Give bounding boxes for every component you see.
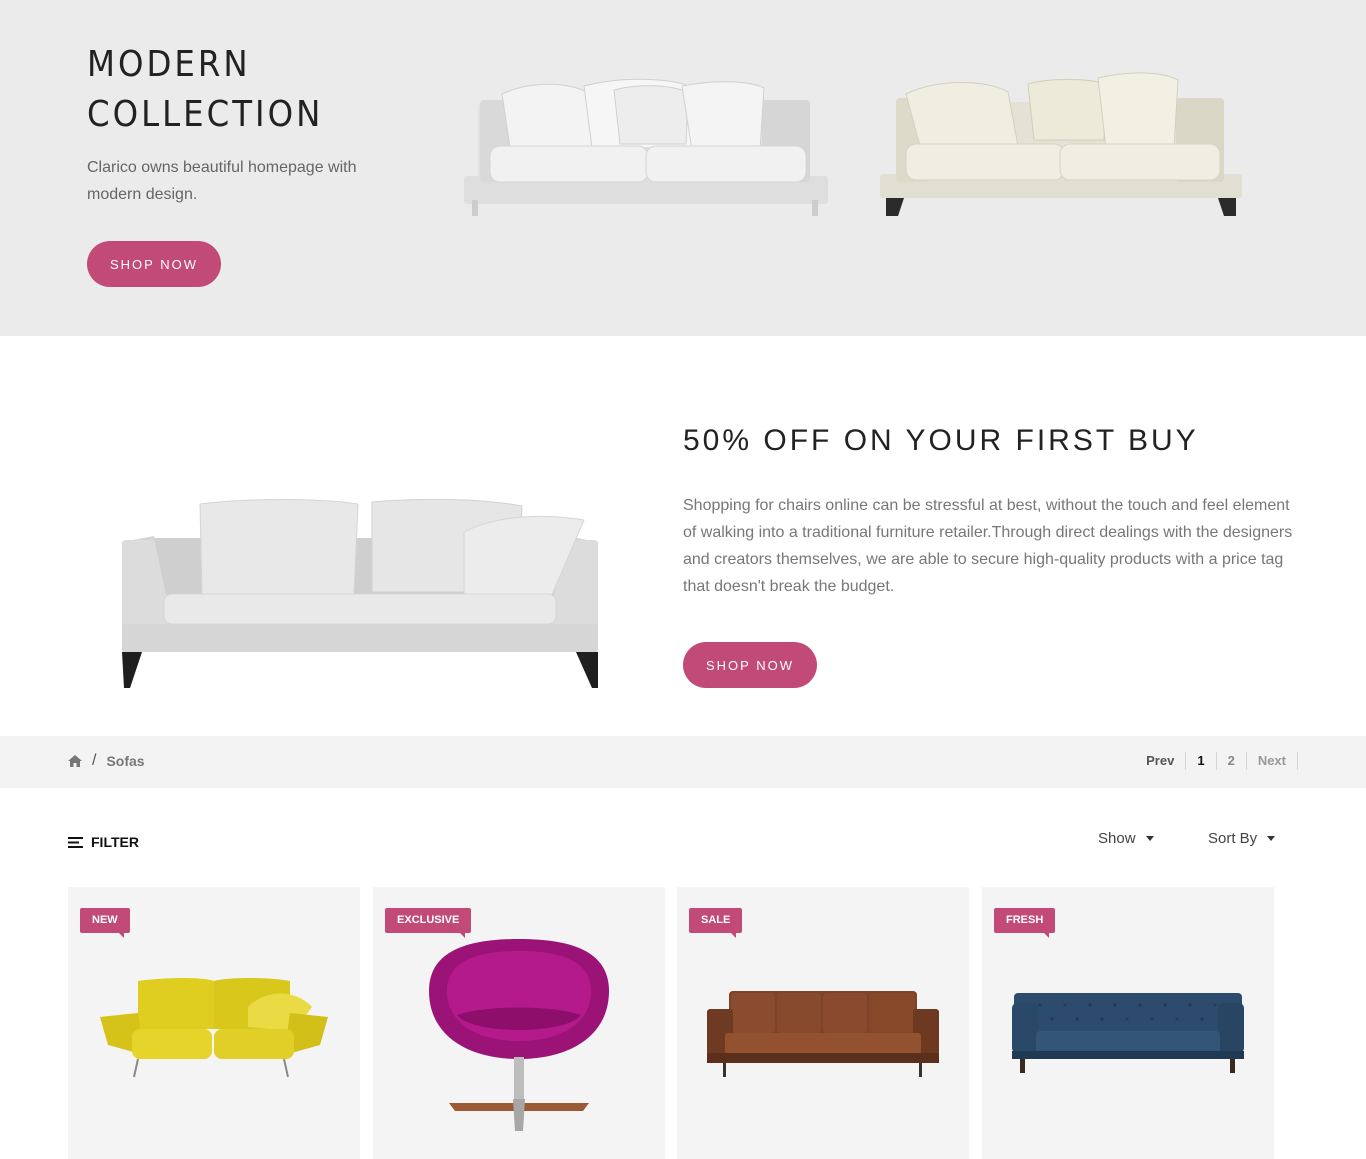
- breadcrumb-current: Sofas: [106, 753, 145, 769]
- hero-shop-now-button[interactable]: SHOP NOW: [87, 241, 221, 287]
- sort-by-dropdown-label: Sort By: [1208, 830, 1258, 847]
- home-icon[interactable]: [68, 755, 82, 767]
- pagination-page-1[interactable]: 1: [1186, 752, 1217, 770]
- hero-banner: MODERN COLLECTION Clarico owns beautiful…: [0, 0, 1366, 336]
- product-card[interactable]: EXCLUSIVE: [373, 887, 665, 1159]
- brown-leather-sofa-image: [707, 991, 939, 1077]
- blue-tufted-sofa-image: [1012, 993, 1244, 1073]
- breadcrumb-separator: /: [92, 752, 97, 769]
- hero-description: Clarico owns beautiful homepage with mod…: [87, 159, 357, 203]
- filter-lines-icon: [68, 836, 83, 848]
- product-badge: SALE: [689, 908, 743, 938]
- promo-description: Shopping for chairs online can be stress…: [683, 497, 1293, 595]
- sort-by-dropdown[interactable]: Sort By: [1208, 830, 1276, 847]
- promo-shop-now-button[interactable]: SHOP NOW: [683, 642, 817, 688]
- promo-title: 50% OFF ON YOUR FIRST BUY: [683, 424, 1199, 457]
- pagination: Prev 1 2 Next: [1135, 752, 1298, 770]
- promo-grey-sofa-image: [122, 498, 598, 688]
- pagination-next[interactable]: Next: [1247, 752, 1298, 770]
- product-badge: FRESH: [994, 908, 1056, 938]
- hero-white-sofa-image: [464, 78, 828, 216]
- filter-button[interactable]: FILTER: [68, 834, 139, 850]
- hero-title-line-1: MODERN: [87, 44, 251, 85]
- yellow-sofa-image: [100, 978, 328, 1078]
- magenta-egg-chair-image: [429, 939, 609, 1131]
- hero-title: MODERN COLLECTION: [87, 40, 447, 140]
- pagination-prev[interactable]: Prev: [1135, 752, 1187, 770]
- pagination-page-2[interactable]: 2: [1217, 752, 1247, 770]
- hero-title-line-2: COLLECTION: [87, 94, 324, 135]
- product-card[interactable]: SALE: [677, 887, 969, 1159]
- product-badge: EXCLUSIVE: [385, 908, 472, 938]
- show-dropdown-label: Show: [1098, 830, 1136, 847]
- hero-cream-sofa-image: [880, 72, 1242, 216]
- breadcrumb-bar: / Sofas Prev 1 2 Next: [0, 736, 1366, 788]
- breadcrumb: / Sofas: [68, 752, 145, 770]
- product-card[interactable]: NEW: [68, 887, 360, 1159]
- product-badge: NEW: [80, 908, 130, 938]
- product-card[interactable]: FRESH: [982, 887, 1274, 1159]
- caret-down-icon: [1145, 836, 1154, 841]
- filter-label: FILTER: [91, 834, 139, 850]
- caret-down-icon: [1267, 836, 1276, 841]
- show-dropdown[interactable]: Show: [1098, 830, 1154, 847]
